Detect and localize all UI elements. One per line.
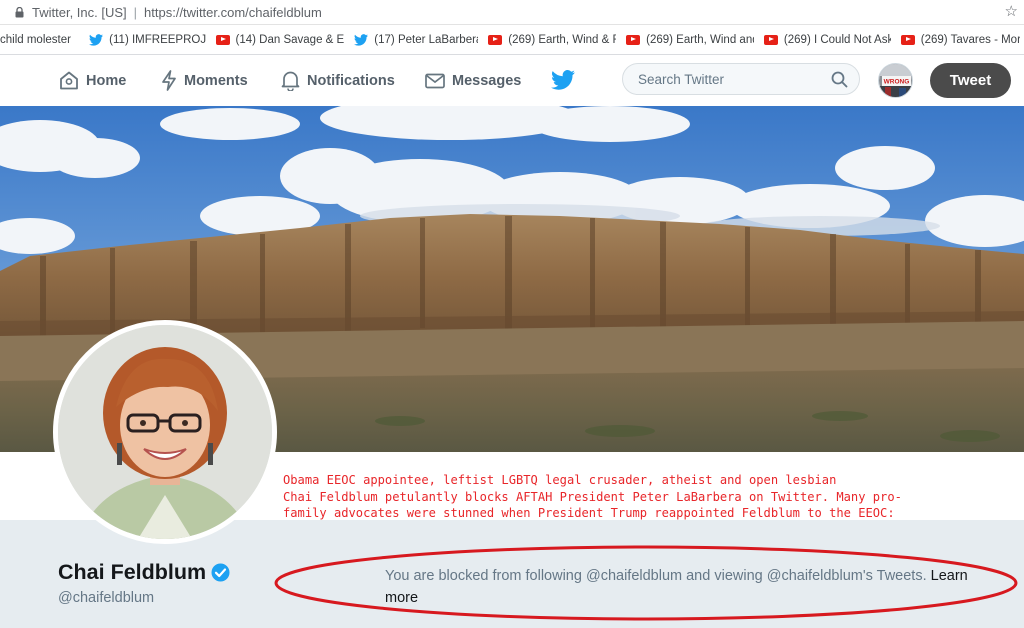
url-text[interactable]: https://twitter.com/chaifeldblum: [144, 5, 322, 20]
nav-moments[interactable]: Moments: [161, 55, 248, 106]
twitter-top-nav: Home Moments Notifications Messages Sear…: [0, 55, 1024, 106]
lock-icon: [15, 6, 24, 17]
youtube-icon: [900, 34, 915, 46]
bookmark-item[interactable]: (269) I Could Not Ask: [758, 25, 895, 54]
youtube-icon: [763, 34, 778, 46]
youtube-icon: [626, 34, 641, 46]
bookmark-item[interactable]: (269) Tavares - More: [895, 25, 1024, 54]
profile-handle: @chaifeldblum: [58, 590, 155, 606]
profile-name-row: Chai Feldblum: [58, 560, 230, 585]
site-identity[interactable]: Twitter, Inc. [US]: [32, 5, 127, 20]
caption-line: family advocates were stunned when Presi…: [283, 506, 895, 520]
browser-address-bar[interactable]: Twitter, Inc. [US] | https://twitter.com…: [0, 0, 1024, 25]
bookmark-label: (14) Dan Savage & Ev: [235, 33, 345, 46]
bookmarks-bar: child molester (11) IMFREEPROJECT (14) D…: [0, 25, 1024, 55]
bookmark-label: (269) Tavares - More: [920, 33, 1021, 46]
bookmark-item[interactable]: (17) Peter LaBarbera (: [348, 25, 482, 54]
portrait-illustration: [58, 325, 272, 539]
profile-avatar[interactable]: [53, 320, 277, 544]
bookmark-label: (269) I Could Not Ask: [783, 33, 891, 46]
bookmark-label: (269) Earth, Wind and: [646, 33, 754, 46]
twitter-icon: [89, 33, 104, 46]
search-box[interactable]: [622, 63, 860, 95]
search-icon[interactable]: [831, 71, 848, 88]
verified-badge-icon: [211, 563, 230, 582]
bookmark-item[interactable]: child molester: [0, 25, 83, 54]
bookmark-label: child molester: [0, 33, 71, 46]
tweet-button[interactable]: Tweet: [930, 63, 1011, 98]
nav-moments-label: Moments: [184, 72, 248, 89]
bell-icon: [281, 71, 300, 91]
nav-messages-label: Messages: [452, 72, 522, 89]
bookmark-label: (11) IMFREEPROJECT: [109, 33, 206, 46]
youtube-icon: [488, 34, 503, 46]
nav-notifications[interactable]: Notifications: [281, 55, 395, 106]
nav-notifications-label: Notifications: [307, 72, 395, 89]
search-input[interactable]: [636, 70, 825, 88]
lightning-icon: [162, 70, 176, 91]
bookmark-label: (269) Earth, Wind & F: [508, 33, 617, 46]
annotation-ellipse: [274, 545, 1018, 621]
twitter-bird-icon[interactable]: [551, 70, 575, 90]
bookmark-item[interactable]: (269) Earth, Wind & F: [482, 25, 620, 54]
nav-messages[interactable]: Messages: [425, 55, 521, 106]
nav-home[interactable]: Home: [59, 55, 126, 106]
bookmark-item[interactable]: (11) IMFREEPROJECT: [83, 25, 209, 54]
url-separator: |: [133, 4, 138, 20]
annotation-caption: Obama EEOC appointee, leftist LGBTQ lega…: [283, 472, 1013, 522]
bookmark-item[interactable]: (269) Earth, Wind and: [620, 25, 758, 54]
caption-line: Obama EEOC appointee, leftist LGBTQ lega…: [283, 473, 837, 487]
home-icon: [60, 71, 78, 90]
caption-line: Chai Feldblum petulantly blocks AFTAH Pr…: [283, 489, 902, 504]
bookmark-item[interactable]: (14) Dan Savage & Ev: [210, 25, 349, 54]
envelope-icon: [425, 73, 445, 88]
nav-home-label: Home: [86, 72, 127, 89]
bookmark-label: (17) Peter LaBarbera (: [374, 33, 479, 46]
avatar-sign-text: WRONG: [884, 79, 910, 86]
youtube-icon: [215, 34, 230, 46]
account-avatar[interactable]: WRONG: [878, 63, 913, 98]
profile-name: Chai Feldblum: [58, 560, 207, 584]
twitter-icon: [354, 33, 369, 46]
bookmark-star-icon[interactable]: ☆: [1005, 2, 1018, 20]
